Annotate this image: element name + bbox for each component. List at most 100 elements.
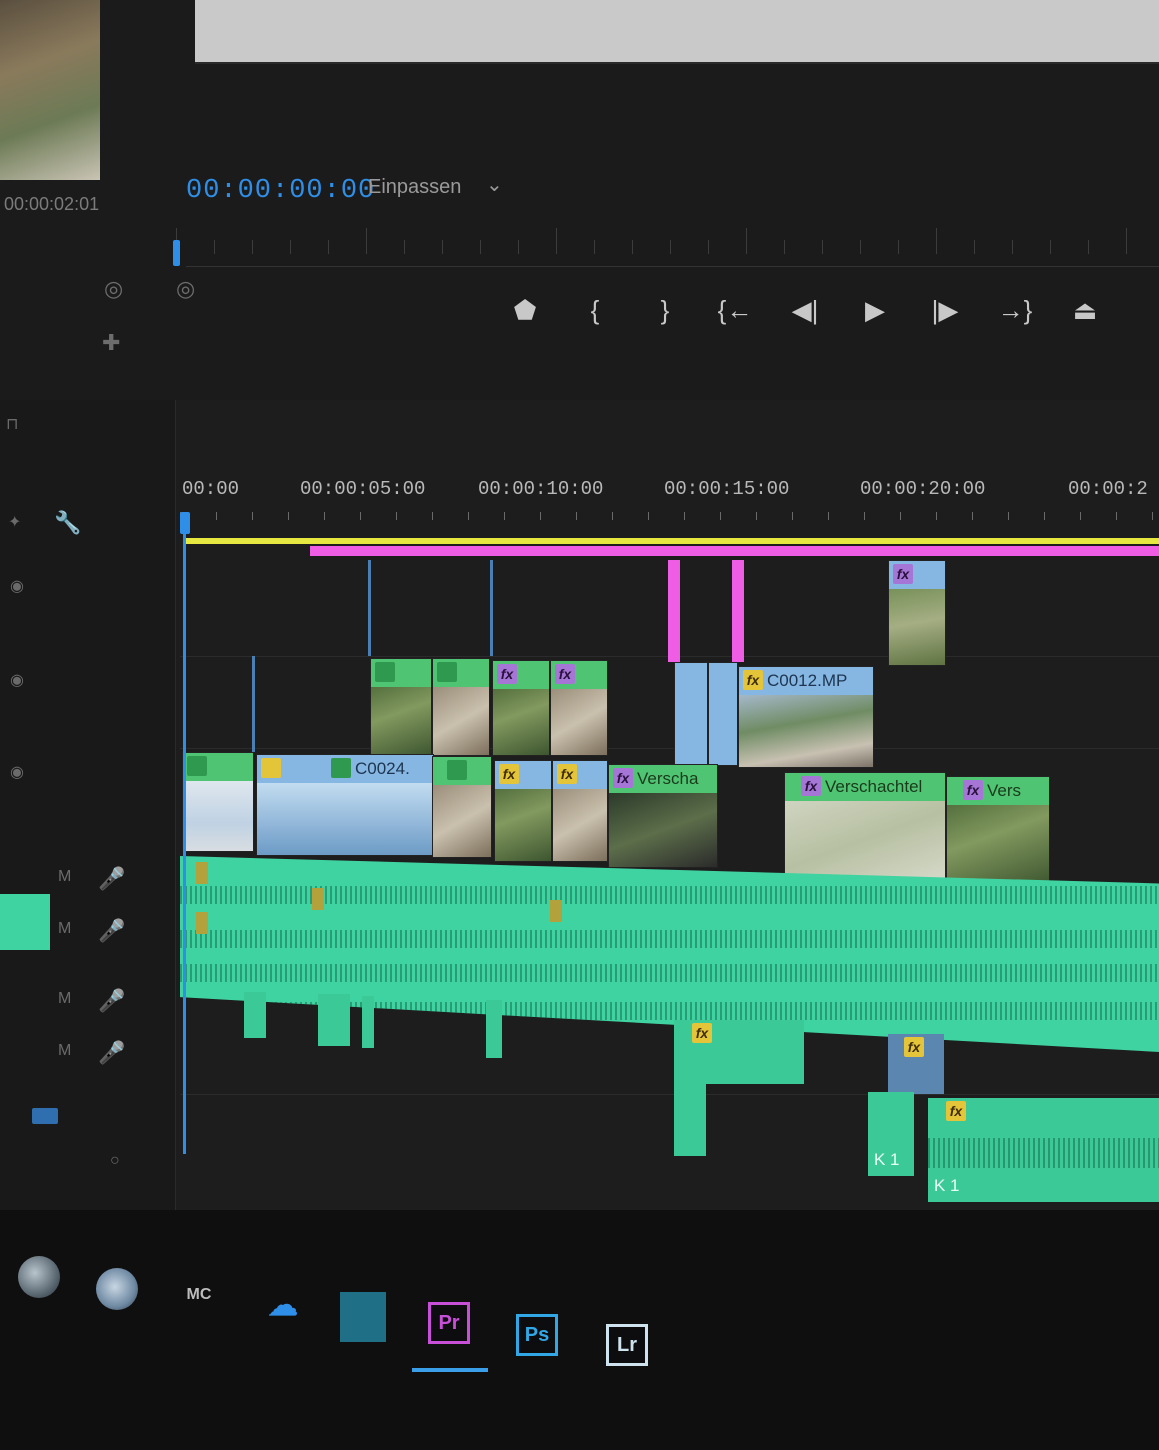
premiere-pro-icon[interactable]: Pr [428, 1302, 470, 1344]
settings-icon[interactable]: ◎ [104, 276, 123, 302]
clip-thumbnail [433, 785, 491, 857]
lightroom-icon[interactable]: Lr [606, 1324, 648, 1366]
keyframe-marker[interactable] [312, 888, 324, 910]
edit-point[interactable] [490, 560, 493, 656]
ruler-tick [900, 512, 901, 520]
photoshop-icon[interactable]: Ps [516, 1314, 558, 1356]
audio-clip-k1[interactable]: fx K 1 [928, 1098, 1159, 1202]
audio-clip[interactable] [362, 996, 374, 1048]
add-marker-button[interactable]: ⬟ [490, 288, 560, 332]
monitor-ruler-tick [860, 240, 861, 254]
audio-clip[interactable] [318, 994, 350, 1046]
edit-point[interactable] [368, 560, 371, 656]
in-out-range-bar[interactable] [310, 546, 1159, 556]
microphone-icon[interactable]: 🎤 [98, 1040, 125, 1066]
steam-icon[interactable] [96, 1268, 138, 1310]
microphone-icon[interactable]: 🎤 [98, 918, 125, 944]
work-area-bar[interactable] [183, 538, 1159, 544]
nested-sequence-clip[interactable]: fx Verschachtel [784, 772, 946, 880]
video-clip-v2[interactable] [708, 662, 738, 766]
video-clip-c0024[interactable]: C0024. [256, 754, 434, 856]
lift-button[interactable]: ⏏ [1050, 288, 1120, 332]
ruler-tick [720, 512, 721, 520]
firefox-icon[interactable] [18, 1256, 60, 1298]
snap-icon[interactable]: ⊓ [6, 414, 18, 434]
ruler-tick [252, 512, 253, 520]
video-clip-v2[interactable]: fx [550, 660, 608, 756]
chevron-down-icon[interactable]: ⌄ [486, 172, 503, 197]
timeline-ruler[interactable]: 00:00 00:00:05:00 00:00:10:00 00:00:15:00 00… [180, 478, 1159, 538]
zoom-circle-icon[interactable]: ○ [110, 1152, 120, 1170]
ruler-tick [792, 512, 793, 520]
keyframe-marker[interactable] [196, 862, 208, 884]
cloud-icon[interactable]: ☁ [262, 1284, 304, 1326]
monitor-ruler-tick [822, 240, 823, 254]
video-clip-v1[interactable] [432, 756, 492, 858]
video-clip-v2[interactable]: fx [492, 660, 550, 756]
marker-clip[interactable] [732, 560, 744, 662]
nested-sequence-clip[interactable]: fx Vers [946, 776, 1050, 886]
keyframe-marker[interactable] [550, 900, 562, 922]
add-button-icon[interactable]: ✚ [102, 330, 120, 356]
microphone-icon[interactable]: 🎤 [98, 988, 125, 1014]
audio-clip[interactable] [674, 1074, 706, 1156]
ruler-timecode-label: 00:00:10:00 [478, 478, 604, 500]
marker-icon[interactable]: ✦ [8, 512, 21, 532]
clip-thumbnail [433, 687, 489, 755]
fx-badge-icon: fx [499, 764, 519, 784]
file-manager-icon[interactable] [340, 1292, 386, 1342]
audio-track-target-toggle[interactable] [0, 894, 50, 950]
video-clip-v2[interactable] [674, 662, 708, 766]
wrench-icon[interactable]: 🔧 [54, 510, 81, 536]
mute-icon[interactable]: M [58, 990, 71, 1008]
go-to-in-button[interactable]: {← [700, 288, 770, 332]
track-eye-icon[interactable]: ◉ [10, 576, 24, 596]
mix-track-button[interactable] [32, 1108, 58, 1124]
monitor-ruler-tick [594, 240, 595, 254]
video-clip-v3[interactable]: fx [888, 560, 946, 666]
music-app-icon[interactable]: MC [178, 1274, 220, 1316]
mute-icon[interactable]: M [58, 1042, 71, 1060]
audio-clip-k1[interactable]: K 1 [868, 1092, 914, 1176]
step-back-button[interactable]: ◀| [770, 288, 840, 332]
zoom-level-select[interactable]: Einpassen [368, 176, 461, 199]
play-button[interactable]: ▶ [840, 288, 910, 332]
marker-clip[interactable] [668, 560, 680, 662]
monitor-time-ruler[interactable] [176, 206, 1159, 254]
ruler-timecode-label: 00:00:05:00 [300, 478, 426, 500]
step-forward-button[interactable]: |▶ [910, 288, 980, 332]
track-eye-icon[interactable]: ◉ [10, 762, 24, 782]
monitor-playhead[interactable] [173, 240, 180, 266]
mute-icon[interactable]: M [58, 868, 71, 886]
track-eye-icon[interactable]: ◉ [10, 670, 24, 690]
audio-clip[interactable] [244, 992, 266, 1038]
audio-waveform [928, 1138, 1159, 1168]
fx-badge-icon [261, 758, 281, 778]
mute-icon[interactable]: M [58, 920, 71, 938]
program-timecode[interactable]: 00:00:00:00 [186, 176, 375, 206]
mark-out-button[interactable]: } [630, 288, 700, 332]
video-clip-c0012[interactable]: fx C0012.MP [738, 666, 874, 768]
nested-sequence-clip[interactable]: fx Verscha [608, 764, 718, 868]
timeline-playhead[interactable] [180, 512, 190, 534]
fx-badge-icon: fx [555, 664, 575, 684]
video-clip-v1[interactable]: fx [494, 760, 552, 862]
monitor-scrollbar[interactable] [186, 266, 1159, 267]
video-clip-v1[interactable] [182, 752, 254, 852]
edit-point[interactable] [252, 656, 255, 752]
ruler-tick [684, 512, 685, 520]
audio-clip[interactable] [486, 1000, 502, 1058]
monitor-ruler-tick [936, 228, 937, 254]
keyframe-marker[interactable] [196, 912, 208, 934]
video-clip-v1[interactable]: fx [552, 760, 608, 862]
microphone-icon[interactable]: 🎤 [98, 866, 125, 892]
go-to-out-button[interactable]: →} [980, 288, 1050, 332]
clip-thumbnail [553, 789, 607, 861]
audio-clip-selected[interactable]: fx [888, 1034, 944, 1094]
monitor-settings-icon[interactable]: ◎ [176, 276, 195, 302]
video-clip-v2[interactable] [370, 658, 432, 756]
mark-in-button[interactable]: { [560, 288, 630, 332]
ruler-tick [648, 512, 649, 520]
source-monitor-thumbnail[interactable] [0, 0, 100, 180]
video-clip-v2[interactable] [432, 658, 490, 756]
